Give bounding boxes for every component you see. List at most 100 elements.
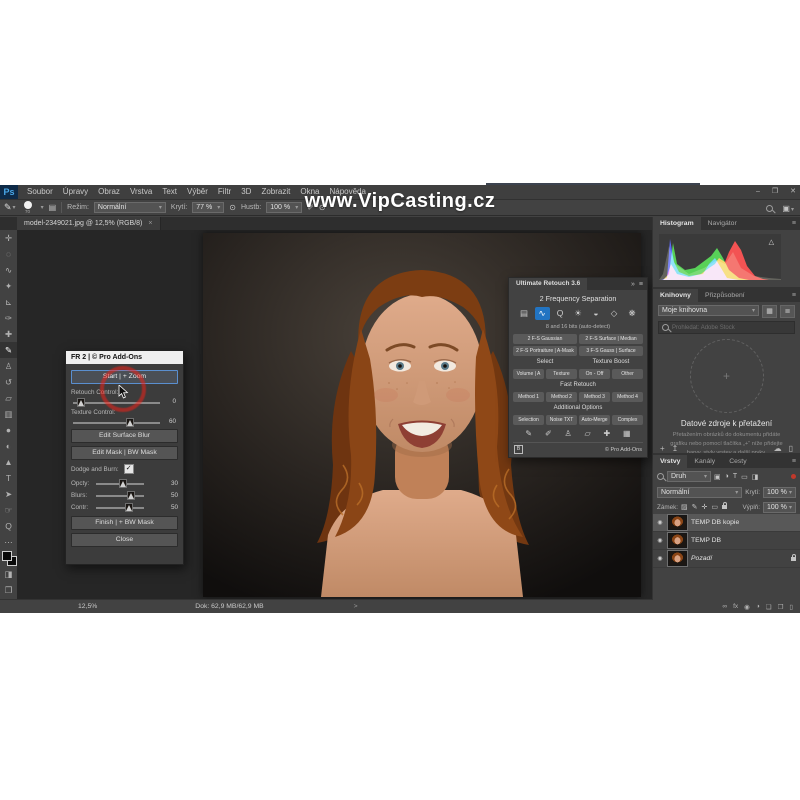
lock-transparency-icon[interactable]: ▨ <box>681 503 688 511</box>
edit-surface-blur-button[interactable]: Edit Surface Blur <box>71 429 178 443</box>
zoom-tool[interactable]: Q <box>0 518 17 534</box>
contrast-icon[interactable]: ☀ <box>571 307 586 320</box>
dodge-burn-checkbox[interactable]: ✓ <box>124 464 134 474</box>
layer-row-temp-db-kopie[interactable]: ◉TEMP DB kopie <box>653 514 800 532</box>
close-icon[interactable]: ✕ <box>790 185 796 199</box>
texture-control-slider[interactable]: 60 <box>73 418 176 426</box>
magnifier-icon[interactable]: Q <box>553 307 568 320</box>
new-layer-icon[interactable]: ❐ <box>778 603 784 611</box>
shape-filter-icon[interactable]: ▭ <box>741 473 748 481</box>
panel-menu-icon[interactable]: ≡ <box>639 281 643 288</box>
layer-thumbnail[interactable] <box>668 551 687 566</box>
slider-opcty[interactable] <box>96 479 160 487</box>
dodge-tool[interactable]: ◐ <box>0 438 17 454</box>
panel-menu-icon[interactable]: ≡ <box>792 292 796 299</box>
frequency-icon[interactable]: ∿ <box>535 307 550 320</box>
document-icon[interactable]: ▤ <box>517 307 532 320</box>
quick-mask-icon[interactable]: ◨ <box>0 566 17 582</box>
healing-icon[interactable]: ✚ <box>603 429 610 438</box>
maximize-icon[interactable]: ❐ <box>772 185 778 199</box>
panel-menu-icon[interactable]: ≡ <box>792 220 796 227</box>
sync-icon[interactable]: ☁ <box>774 444 782 453</box>
menu-item-3d[interactable]: 3D <box>236 185 256 199</box>
layer-blend-mode-select[interactable]: Normální▾ <box>657 487 742 498</box>
lock-pixels-icon[interactable]: ✎ <box>692 503 698 511</box>
fr2-panel-title[interactable]: FR 2 | © Pro Add-Ons <box>66 351 183 364</box>
minimize-icon[interactable]: – <box>756 185 760 199</box>
tab-kan-ly[interactable]: Kanály <box>687 455 722 468</box>
menu-item-text[interactable]: Text <box>157 185 182 199</box>
menu-item-filtr[interactable]: Filtr <box>213 185 236 199</box>
lasso-tool[interactable]: ∿ <box>0 262 17 278</box>
document-tab[interactable]: model-2349021.jpg @ 12,5% (RGB/8)× <box>17 217 161 230</box>
menu-item-v-b-r[interactable]: Výběr <box>182 185 213 199</box>
settings-icon[interactable]: ❋ <box>625 307 640 320</box>
visibility-eye-icon[interactable]: ◉ <box>656 555 664 562</box>
app-logo[interactable]: Ps <box>0 185 18 199</box>
foreground-color-swatch[interactable] <box>2 551 12 561</box>
ur-button-on-off[interactable]: On - Off <box>579 369 610 379</box>
visibility-eye-icon[interactable]: ◉ <box>656 519 664 526</box>
slider-contr[interactable] <box>96 503 160 511</box>
menu-item-okna[interactable]: Okna <box>295 185 324 199</box>
eyedropper-tool[interactable]: ✑ <box>0 310 17 326</box>
drop-target-circle[interactable]: + <box>690 339 764 413</box>
pressure-opacity-icon[interactable]: ⊙ <box>229 203 236 212</box>
ur-button-selection[interactable]: Selection <box>513 415 544 425</box>
ur-button-3-f-s-gauss-surface[interactable]: 3 F-S Gauss | Surface <box>579 346 643 356</box>
healing-brush-tool[interactable]: ✚ <box>0 326 17 342</box>
refresh-warning-icon[interactable]: △ <box>769 238 774 246</box>
patch-icon[interactable]: ▱ <box>584 429 590 438</box>
ur-button-2-f-s-portraiture-a-mask[interactable]: 2 F-S Portraiture | A-Mask <box>513 346 577 356</box>
grid-view-icon[interactable]: ▦ <box>762 305 777 318</box>
ur-button-2-f-s-surface-median[interactable]: 2 F-S Surface | Median <box>579 334 643 344</box>
status-options-caret[interactable]: > <box>354 603 358 610</box>
current-tool-icon[interactable]: ✎▾ <box>4 202 16 213</box>
tab-p-izp-soben[interactable]: Přizpůsobení <box>698 289 752 302</box>
library-search-input[interactable]: Prohledat: Adobe Stock <box>658 321 795 334</box>
menu-item-pravy[interactable]: Úpravy <box>58 185 93 199</box>
type-filter-icon[interactable]: T <box>733 473 737 481</box>
lock-all-icon[interactable] <box>722 505 727 509</box>
layer-thumbnail[interactable] <box>668 515 687 530</box>
history-brush-tool[interactable]: ↺ <box>0 374 17 390</box>
upload-icon[interactable]: ↥ <box>672 444 679 453</box>
group-icon[interactable]: ❏ <box>766 603 772 611</box>
ur-button-2-f-s-gaussian[interactable]: 2 F-S Gaussian <box>513 334 577 344</box>
move-tool[interactable]: ✛ <box>0 230 17 246</box>
more-tools[interactable]: ⋯ <box>0 534 17 550</box>
zoom-level-field[interactable]: 12,5% <box>78 603 97 610</box>
tab-vrstvy[interactable]: Vrstvy <box>653 455 687 468</box>
lock-position-icon[interactable]: ✛ <box>702 503 708 511</box>
ur-button-complex[interactable]: Complex <box>612 415 643 425</box>
gradient-tool[interactable]: ▥ <box>0 406 17 422</box>
tab-histogram[interactable]: Histogram <box>653 217 701 230</box>
marquee-tool[interactable]: ◌ <box>0 246 17 262</box>
menu-item-obraz[interactable]: Obraz <box>93 185 125 199</box>
mixer-brush-icon[interactable]: ✐ <box>545 429 552 438</box>
path-selection-tool[interactable]: ➤ <box>0 486 17 502</box>
ur-button-auto-merge[interactable]: Auto-Merge <box>579 415 610 425</box>
menu-item-vrstva[interactable]: Vrstva <box>125 185 157 199</box>
ur-button-other[interactable]: Other <box>612 369 643 379</box>
delete-layer-icon[interactable]: ▯ <box>789 603 793 611</box>
panel-menu-icon[interactable]: ≡ <box>792 458 796 465</box>
smartobject-filter-icon[interactable]: ◨ <box>752 473 759 481</box>
pressure-size-icon[interactable]: ⊙ <box>319 203 326 212</box>
ur-button-texture[interactable]: Texture <box>546 369 577 379</box>
ur-button-method-2[interactable]: Method 2 <box>546 392 577 402</box>
list-view-icon[interactable]: ≣ <box>780 305 795 318</box>
blur-tool[interactable]: ● <box>0 422 17 438</box>
filter-toggle-icon[interactable] <box>791 474 796 479</box>
pixel-filter-icon[interactable]: ▣ <box>714 473 721 481</box>
opacity-select[interactable]: 77 %▾ <box>192 202 224 213</box>
brush-preset-picker[interactable]: 70 <box>21 201 35 215</box>
layer-fill-select[interactable]: 100 %▾ <box>763 502 796 513</box>
layer-thumbnail[interactable] <box>668 533 687 548</box>
brush-tool[interactable]: ✎ <box>0 342 17 358</box>
layer-filter-select[interactable]: Druh▾ <box>667 471 711 482</box>
retouch-panel-tab[interactable]: Ultimate Retouch 3.6 <box>509 278 587 290</box>
tab-navig-tor[interactable]: Navigátor <box>701 217 744 230</box>
add-asset-icon[interactable]: + <box>660 444 665 453</box>
ur-button-method-3[interactable]: Method 3 <box>579 392 610 402</box>
